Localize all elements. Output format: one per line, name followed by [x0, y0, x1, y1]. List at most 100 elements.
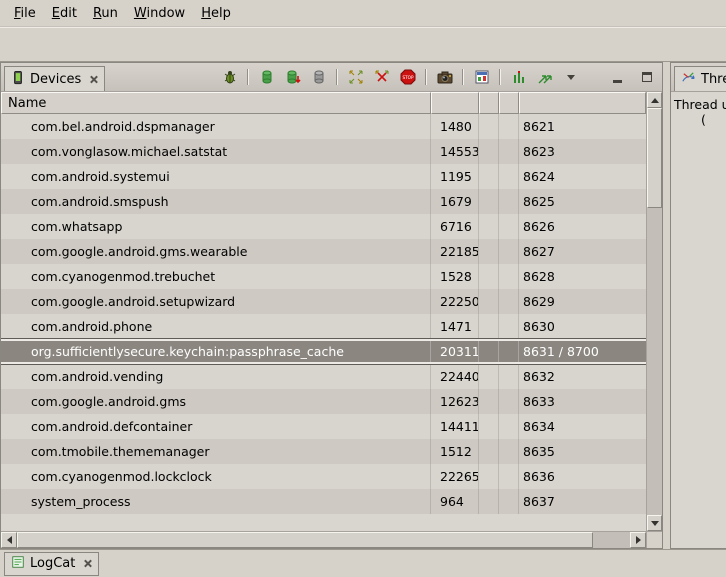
column-header-name[interactable]: Name	[1, 92, 431, 114]
debug-process-icon[interactable]	[221, 69, 238, 86]
process-pid-cell: 964	[431, 489, 479, 514]
table-row[interactable]: com.android.vending 22440 8632	[1, 364, 646, 389]
empty-cell	[499, 164, 519, 189]
menu-window[interactable]: Window	[126, 2, 193, 25]
update-heap-icon[interactable]	[258, 69, 275, 86]
table-row[interactable]: com.android.phone 1471 8630	[1, 314, 646, 339]
menu-edit-rest: dit	[60, 6, 77, 21]
process-port-cell: 8630	[519, 314, 646, 339]
update-threads-icon[interactable]	[347, 69, 364, 86]
toolbar-separator	[462, 69, 464, 85]
process-name-cell: com.google.android.gms.wearable	[1, 239, 431, 264]
view-menu-icon[interactable]	[562, 69, 579, 86]
dump-hprof-icon[interactable]	[284, 69, 301, 86]
horizontal-scroll-thumb[interactable]	[17, 532, 593, 548]
process-name-cell: com.vonglasow.michael.satstat	[1, 139, 431, 164]
tab-logcat[interactable]: LogCat	[4, 552, 99, 576]
device-table-body: com.bel.android.dspmanager 1480 8621 com…	[1, 114, 646, 531]
stop-process-icon[interactable]: STOP	[399, 69, 416, 86]
minimize-icon[interactable]	[609, 69, 626, 86]
column-header-empty-1[interactable]	[479, 92, 499, 114]
cause-gc-icon[interactable]	[310, 69, 327, 86]
stop-method-profiling-icon[interactable]	[373, 69, 390, 86]
table-row[interactable]: com.vonglasow.michael.satstat 14553 8623	[1, 139, 646, 164]
empty-cell	[499, 289, 519, 314]
process-port-cell: 8629	[519, 289, 646, 314]
column-header-pid[interactable]	[431, 92, 479, 114]
threads-panel: Threads Thread up (	[670, 62, 726, 549]
table-row[interactable]: com.android.smspush 1679 8625	[1, 189, 646, 214]
table-row[interactable]: com.google.android.gms.wearable 22185 86…	[1, 239, 646, 264]
table-row[interactable]: com.cyanogenmod.lockclock 22265 8636	[1, 464, 646, 489]
process-name-cell: com.cyanogenmod.lockclock	[1, 464, 431, 489]
empty-cell	[479, 314, 499, 339]
empty-cell	[499, 364, 519, 389]
table-row[interactable]: com.cyanogenmod.trebuchet 1528 8628	[1, 264, 646, 289]
vertical-scroll-thumb[interactable]	[647, 108, 662, 208]
table-row[interactable]: com.android.systemui 1195 8624	[1, 164, 646, 189]
scroll-up-button[interactable]	[647, 92, 662, 108]
process-pid-cell: 1480	[431, 114, 479, 139]
menu-edit[interactable]: Edit	[44, 2, 85, 25]
scroll-right-button[interactable]	[630, 532, 646, 548]
menu-help-rest: elp	[211, 6, 231, 21]
tab-threads[interactable]: Threads	[674, 66, 726, 91]
panel-splitter[interactable]	[663, 62, 670, 549]
table-row[interactable]: com.google.android.gms 12623 8633	[1, 389, 646, 414]
scroll-left-button[interactable]	[1, 532, 17, 548]
empty-cell	[479, 289, 499, 314]
devices-toolbar: STOP	[221, 69, 579, 86]
threads-icon	[681, 70, 696, 89]
menu-file[interactable]: File	[6, 2, 44, 25]
menu-window-mnemonic: W	[134, 6, 147, 21]
empty-cell	[479, 489, 499, 514]
hierarchy-view-icon[interactable]	[536, 69, 553, 86]
table-row[interactable]: com.google.android.setupwizard 22250 862…	[1, 289, 646, 314]
process-pid-cell: 1528	[431, 264, 479, 289]
bottom-bar: LogCat	[0, 549, 726, 577]
process-name-cell: com.android.phone	[1, 314, 431, 339]
empty-cell	[499, 414, 519, 439]
empty-cell	[499, 189, 519, 214]
empty-cell	[499, 264, 519, 289]
table-row[interactable]: org.sufficientlysecure.keychain:passphra…	[1, 339, 646, 364]
system-info-icon[interactable]	[473, 69, 490, 86]
process-port-cell: 8626	[519, 214, 646, 239]
process-name-cell: system_process	[1, 489, 431, 514]
tab-threads-label: Threads	[701, 72, 726, 87]
empty-cell	[479, 389, 499, 414]
table-row[interactable]: com.whatsapp 6716 8626	[1, 214, 646, 239]
vertical-scrollbar[interactable]	[646, 92, 662, 531]
process-name-cell: com.bel.android.dspmanager	[1, 114, 431, 139]
table-row[interactable]: com.bel.android.dspmanager 1480 8621	[1, 114, 646, 139]
process-port-cell: 8621	[519, 114, 646, 139]
screen-capture-icon[interactable]	[436, 69, 453, 86]
menu-run[interactable]: Run	[85, 2, 126, 25]
threads-message-line1: Thread up	[674, 97, 723, 112]
table-row[interactable]: com.tmobile.thememanager 1512 8635	[1, 439, 646, 464]
tab-devices[interactable]: Devices	[4, 66, 105, 91]
main-toolbar	[0, 27, 726, 62]
close-icon[interactable]	[89, 75, 98, 84]
left-arrow-icon	[7, 536, 12, 544]
process-name-cell: org.sufficientlysecure.keychain:passphra…	[1, 341, 431, 362]
process-port-cell: 8623	[519, 139, 646, 164]
menu-edit-mnemonic: E	[52, 6, 60, 21]
scroll-down-button[interactable]	[647, 515, 662, 531]
process-pid-cell: 20311	[431, 341, 479, 362]
method-profiling-icon[interactable]	[510, 69, 527, 86]
maximize-icon[interactable]	[638, 69, 655, 86]
devices-panel-header: Devices	[1, 63, 662, 92]
column-header-port[interactable]	[519, 92, 646, 114]
horizontal-scrollbar[interactable]	[1, 532, 646, 548]
vertical-scroll-track[interactable]	[647, 108, 662, 515]
ddms-window: File Edit Run Window Help Devices	[0, 0, 726, 577]
close-icon[interactable]	[83, 559, 92, 568]
empty-cell	[499, 489, 519, 514]
column-header-empty-2[interactable]	[499, 92, 519, 114]
menu-help[interactable]: Help	[193, 2, 239, 25]
process-port-cell: 8627	[519, 239, 646, 264]
horizontal-scroll-track[interactable]	[17, 532, 630, 548]
table-row[interactable]: system_process 964 8637	[1, 489, 646, 514]
table-row[interactable]: com.android.defcontainer 14411 8634	[1, 414, 646, 439]
